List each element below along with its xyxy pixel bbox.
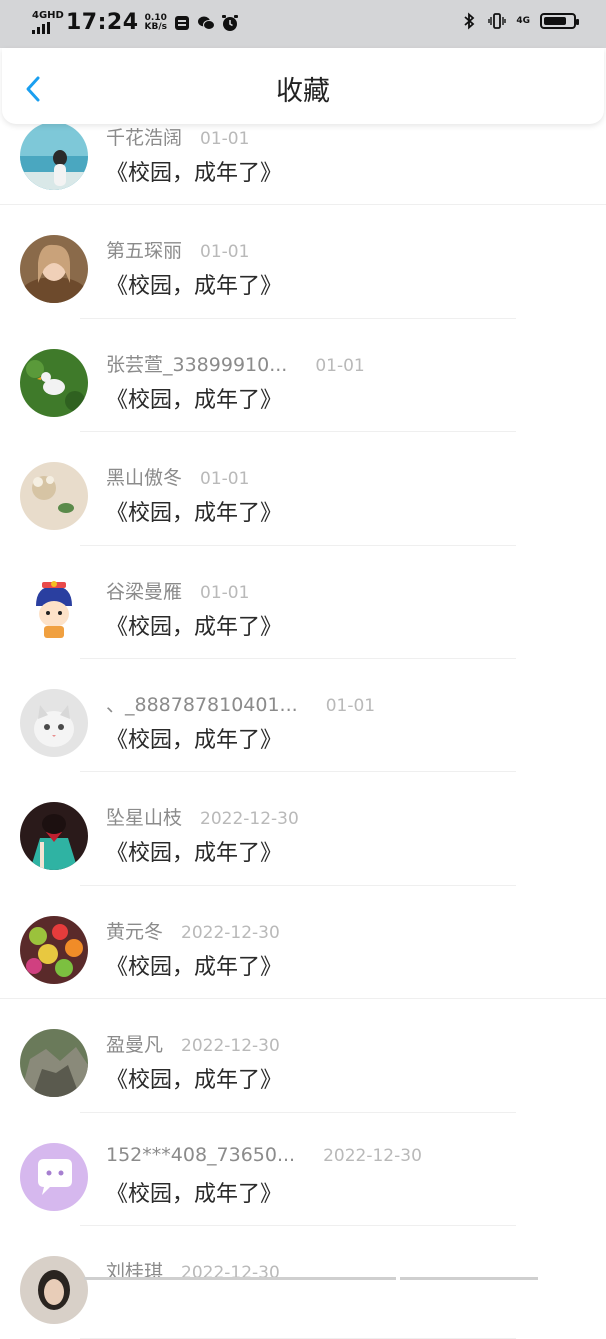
user-name[interactable]: 盈曼凡 [106,1030,163,1057]
favorite-item[interactable]: 黑山傲冬 01-01 《校园，成年了》 [0,432,606,546]
favorite-item[interactable]: 黄元冬 2022-12-30 《校园，成年了》 [0,886,606,1000]
item-date: 01-01 [325,695,376,716]
user-avatar[interactable] [20,462,88,531]
user-avatar[interactable] [20,1142,88,1211]
item-date: 01-01 [200,582,250,603]
item-date: 01-01 [315,355,365,376]
status-right: 4G [460,12,579,30]
item-meta: 第五琛丽 01-01 [106,236,249,263]
user-name[interactable]: 第五琛丽 [106,236,182,263]
user-name[interactable]: 千花浩阔 [106,123,182,150]
user-avatar[interactable] [20,915,88,984]
user-name[interactable]: 152***408_73650... [106,1144,295,1166]
nav-header: 收藏 [2,48,604,124]
user-name[interactable]: 黄元冬 [106,917,163,944]
user-name[interactable]: 坠星山枝 [106,803,182,830]
item-title[interactable]: 《校园，成年了》 [106,1176,282,1208]
net-speed-unit: KB/s [144,21,168,32]
item-title[interactable]: 《校园，成年了》 [106,268,282,300]
bluetooth-icon [460,12,478,30]
user-avatar[interactable] [20,1255,88,1324]
user-name[interactable]: 谷梁曼雁 [106,577,182,604]
net-speed: 0.10 KB/s [144,13,168,32]
network-indicator: 4GHD [32,10,64,34]
user-avatar[interactable] [20,575,88,644]
item-meta: 黑山傲冬 01-01 [106,463,249,490]
wechat-icon [197,14,216,32]
item-title[interactable]: 《校园，成年了》 [106,835,282,867]
item-meta: 张芸萱_33899910... 01-01 [106,350,365,377]
battery-level [544,17,566,25]
item-meta: 黄元冬 2022-12-30 [106,917,280,944]
clock: 17:24 [66,10,139,35]
user-avatar[interactable] [20,1029,88,1098]
item-meta: 、_888787810401... 01-01 [106,690,375,717]
user-name[interactable]: 、_888787810401... [106,690,298,717]
user-avatar[interactable] [20,122,88,190]
favorite-item[interactable]: 152***408_73650... 2022-12-30 《校园，成年了》 [0,1113,606,1226]
item-date: 01-01 [200,469,250,490]
item-title[interactable]: 《校园，成年了》 [106,382,282,414]
user-avatar[interactable] [20,688,88,757]
item-date: 2022-12-30 [181,1036,280,1057]
status-bar: 4GHD 17:24 0.10 KB/s 4G [0,0,606,48]
signal-icon [32,22,58,34]
item-title[interactable]: 《校园，成年了》 [106,609,282,641]
favorite-item[interactable]: 坠星山枝 2022-12-30 《校园，成年了》 [0,772,606,886]
item-date: 01-01 [200,242,250,263]
favorite-item[interactable]: 张芸萱_33899910... 01-01 《校园，成年了》 [0,319,606,433]
favorite-item[interactable]: 谷梁曼雁 01-01 《校园，成年了》 [0,546,606,659]
favorite-item[interactable]: 刘桂琪 2022-12-30 [0,1226,606,1339]
vibrate-icon [488,12,507,30]
favorites-list: 千花浩阔 01-01 《校园，成年了》 第五琛丽 01-01 《校园，成年了》 张芸萱_33… [0,96,606,1339]
alarm-clock-icon [221,14,239,32]
user-avatar[interactable] [20,802,88,871]
item-meta: 盈曼凡 2022-12-30 [106,1030,280,1057]
item-date: 01-01 [200,129,250,149]
favorite-item[interactable]: 盈曼凡 2022-12-30 《校园，成年了》 [0,999,606,1113]
user-name[interactable]: 黑山傲冬 [106,463,182,490]
item-title[interactable]: 《校园，成年了》 [106,722,282,754]
item-meta: 千花浩阔 01-01 [106,123,249,150]
battery-icon [540,13,579,29]
network-type-right: 4G [516,16,530,26]
favorite-item[interactable]: 、_888787810401... 01-01 《校园，成年了》 [0,659,606,773]
item-title[interactable]: 《校园，成年了》 [106,155,282,187]
item-meta: 152***408_73650... 2022-12-30 [106,1144,422,1166]
status-left: 4GHD 17:24 0.10 KB/s [32,10,239,35]
user-avatar[interactable] [20,348,88,417]
favorite-item[interactable]: 第五琛丽 01-01 《校园，成年了》 [0,205,606,319]
network-label: 4GHD [32,10,64,21]
item-date: 2022-12-30 [323,1145,422,1166]
item-meta: 坠星山枝 2022-12-30 [106,803,299,830]
user-name[interactable]: 张芸萱_33899910... [106,350,287,377]
item-meta: 谷梁曼雁 01-01 [106,577,249,604]
item-title[interactable]: 《校园，成年了》 [106,1062,282,1094]
item-date: 2022-12-30 [200,809,299,830]
page-title: 收藏 [276,76,330,107]
item-date: 2022-12-30 [181,922,280,943]
sim-card-icon [173,14,191,32]
user-avatar[interactable] [20,235,88,304]
item-title[interactable]: 《校园，成年了》 [106,949,282,981]
item-title[interactable]: 《校园，成年了》 [106,495,282,527]
